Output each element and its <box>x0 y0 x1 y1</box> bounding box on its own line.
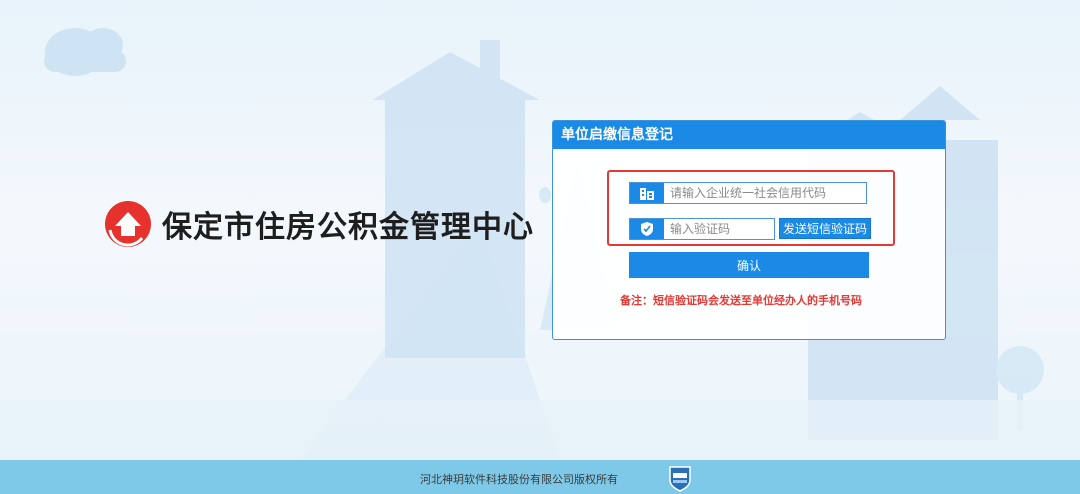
credit-code-field[interactable] <box>629 182 867 204</box>
send-sms-button[interactable]: 发送短信验证码 <box>779 218 871 239</box>
captcha-field[interactable] <box>629 218 775 240</box>
note-text: 备注：短信验证码会发送至单位经办人的手机号码 <box>620 294 862 307</box>
footer: 河北神玥软件科技股份有限公司版权所有 <box>0 460 1080 494</box>
house-arrow-logo-icon <box>105 201 151 247</box>
house-silhouette <box>372 40 540 358</box>
copyright-text: 河北神玥软件科技股份有限公司版权所有 <box>420 473 618 486</box>
panel-title: 单位启缴信息登记 <box>553 121 945 149</box>
shield-check-icon <box>630 219 664 239</box>
police-badge-icon[interactable] <box>666 464 694 492</box>
confirm-button[interactable]: 确认 <box>629 252 869 278</box>
cloud-shape <box>44 28 126 76</box>
credit-code-input[interactable] <box>664 185 852 201</box>
brand-logo: 保定市住房公积金管理中心 <box>104 200 534 248</box>
captcha-input[interactable] <box>664 221 772 237</box>
building-icon <box>630 183 664 203</box>
brand-name: 保定市住房公积金管理中心 <box>162 210 534 245</box>
